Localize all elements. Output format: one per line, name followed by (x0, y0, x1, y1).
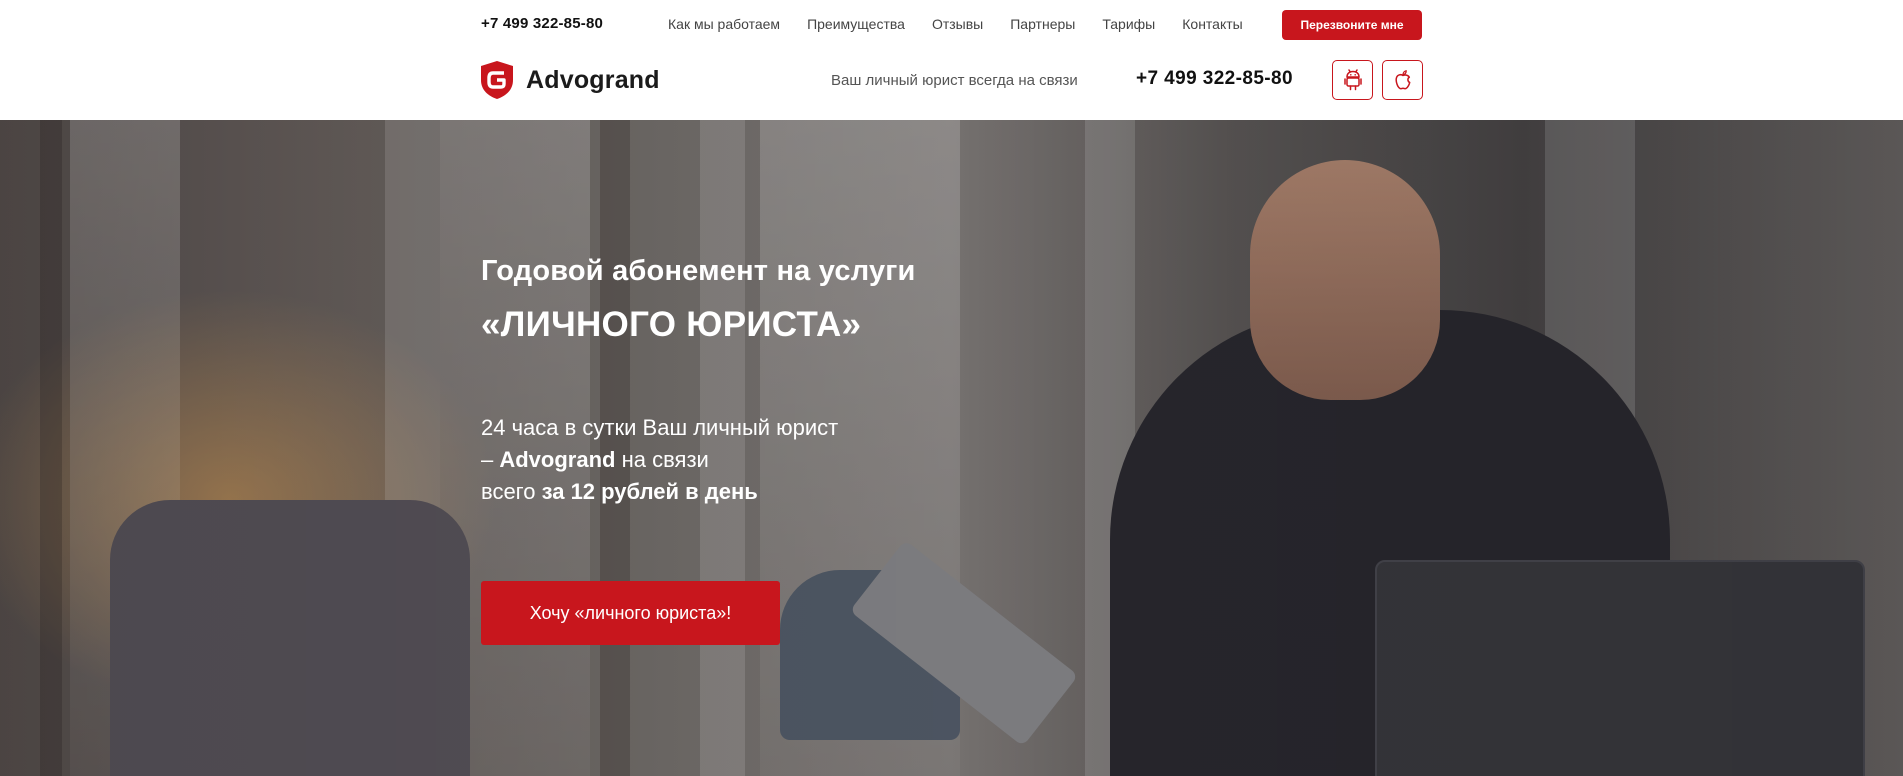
nav-item-advantages[interactable]: Преимущества (807, 16, 905, 32)
android-icon (1343, 69, 1362, 91)
hero-text-line1: 24 часа в сутки Ваш личный юрист (481, 415, 839, 440)
callback-button[interactable]: Перезвоните мне (1282, 10, 1422, 40)
header-phone[interactable]: +7 499 322-85-80 (1136, 68, 1293, 90)
hero-text-price: за 12 рублей в день (541, 479, 758, 504)
hero-text-line2: – Advogrand на связи (481, 444, 838, 476)
nav-item-reviews[interactable]: Отзывы (932, 16, 983, 32)
hero-title-line1: Годовой абонемент на услуги (481, 255, 916, 287)
nav-item-contacts[interactable]: Контакты (1182, 16, 1242, 32)
nav-item-partners[interactable]: Партнеры (1010, 16, 1075, 32)
main-header: Advogrand Ваш личный юрист всегда на свя… (0, 48, 1903, 120)
hero-overlay (0, 120, 1903, 776)
nav-item-how-we-work[interactable]: Как мы работаем (668, 16, 780, 32)
top-bar: +7 499 322-85-80 Как мы работаем Преимущ… (0, 0, 1903, 48)
logo[interactable]: Advogrand (479, 60, 660, 100)
top-phone[interactable]: +7 499 322-85-80 (481, 15, 603, 32)
nav-item-tariffs[interactable]: Тарифы (1102, 16, 1155, 32)
hero-text-brand: Advogrand (499, 447, 616, 472)
logo-text: Advogrand (526, 65, 660, 94)
hero-text-suffix: на связи (615, 447, 709, 472)
hero-text-line3: всего за 12 рублей в день (481, 476, 838, 508)
cta-button[interactable]: Хочу «личного юриста»! (481, 581, 780, 645)
logo-shield-icon (481, 61, 513, 99)
tagline: Ваш личный юрист всегда на связи (831, 72, 1078, 89)
android-app-button[interactable] (1332, 60, 1373, 100)
hero-title-line2: «ЛИЧНОГО ЮРИСТА» (481, 305, 862, 344)
hero-text-prefix: всего (481, 479, 542, 504)
top-nav: Как мы работаем Преимущества Отзывы Парт… (668, 16, 1270, 32)
apple-icon (1394, 70, 1410, 90)
hero-text-dash: – (481, 447, 500, 472)
hero-section: Годовой абонемент на услуги «ЛИЧНОГО ЮРИ… (0, 120, 1903, 776)
apple-app-button[interactable] (1382, 60, 1423, 100)
hero-description: 24 часа в сутки Ваш личный юрист – Advog… (481, 412, 838, 508)
